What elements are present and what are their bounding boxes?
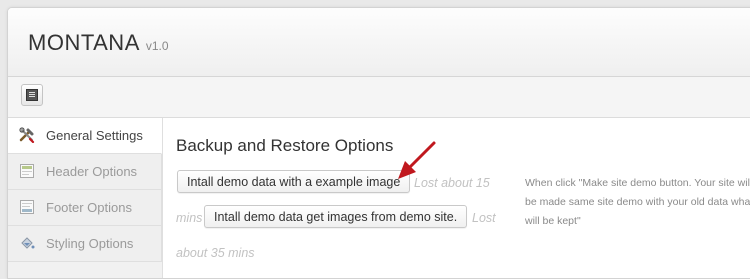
footer-icon — [19, 199, 35, 215]
sidebar-item-label: Footer Options — [46, 200, 132, 215]
sidebar-item-header-options[interactable]: Header Options — [8, 154, 162, 190]
description-text: When click "Make site demo button. Your … — [525, 177, 750, 227]
panel-header: MONTANA v1.0 — [8, 8, 750, 77]
hint-text: mins — [176, 211, 203, 225]
sidebar-item-label: General Settings — [46, 128, 143, 143]
red-arrow-icon — [398, 141, 436, 179]
layout-icon — [26, 89, 38, 101]
paint-bucket-icon — [19, 235, 35, 251]
toolbar — [8, 77, 750, 118]
sidebar-item-footer-options[interactable]: Footer Options — [8, 190, 162, 226]
install-demo-site-images-button[interactable]: Intall demo data get images from demo si… — [204, 205, 468, 228]
sidebar: General Settings Header Options Footer O… — [8, 118, 162, 278]
header-icon — [19, 163, 35, 179]
sidebar-item-label: Styling Options — [46, 236, 134, 251]
install-demo-example-image-button[interactable]: Intall demo data with a example image — [177, 170, 411, 193]
hint-text: about 35 mins — [176, 246, 255, 260]
sidebar-item-label: Header Options — [46, 164, 138, 179]
section-title: Backup and Restore Options — [176, 136, 394, 155]
app-version: v1.0 — [145, 39, 169, 53]
admin-panel: MONTANA v1.0 General Settings Header Opt… — [7, 7, 750, 279]
app-title: MONTANA v1.0 — [28, 30, 169, 56]
tools-icon — [19, 127, 35, 144]
layout-toggle-button[interactable] — [21, 84, 43, 106]
sidebar-item-general-settings[interactable]: General Settings — [8, 118, 162, 154]
hint-text: Lost — [472, 211, 496, 225]
main-content: Backup and Restore Options Lost about 15… — [162, 118, 750, 278]
app-name: MONTANA — [28, 30, 140, 55]
